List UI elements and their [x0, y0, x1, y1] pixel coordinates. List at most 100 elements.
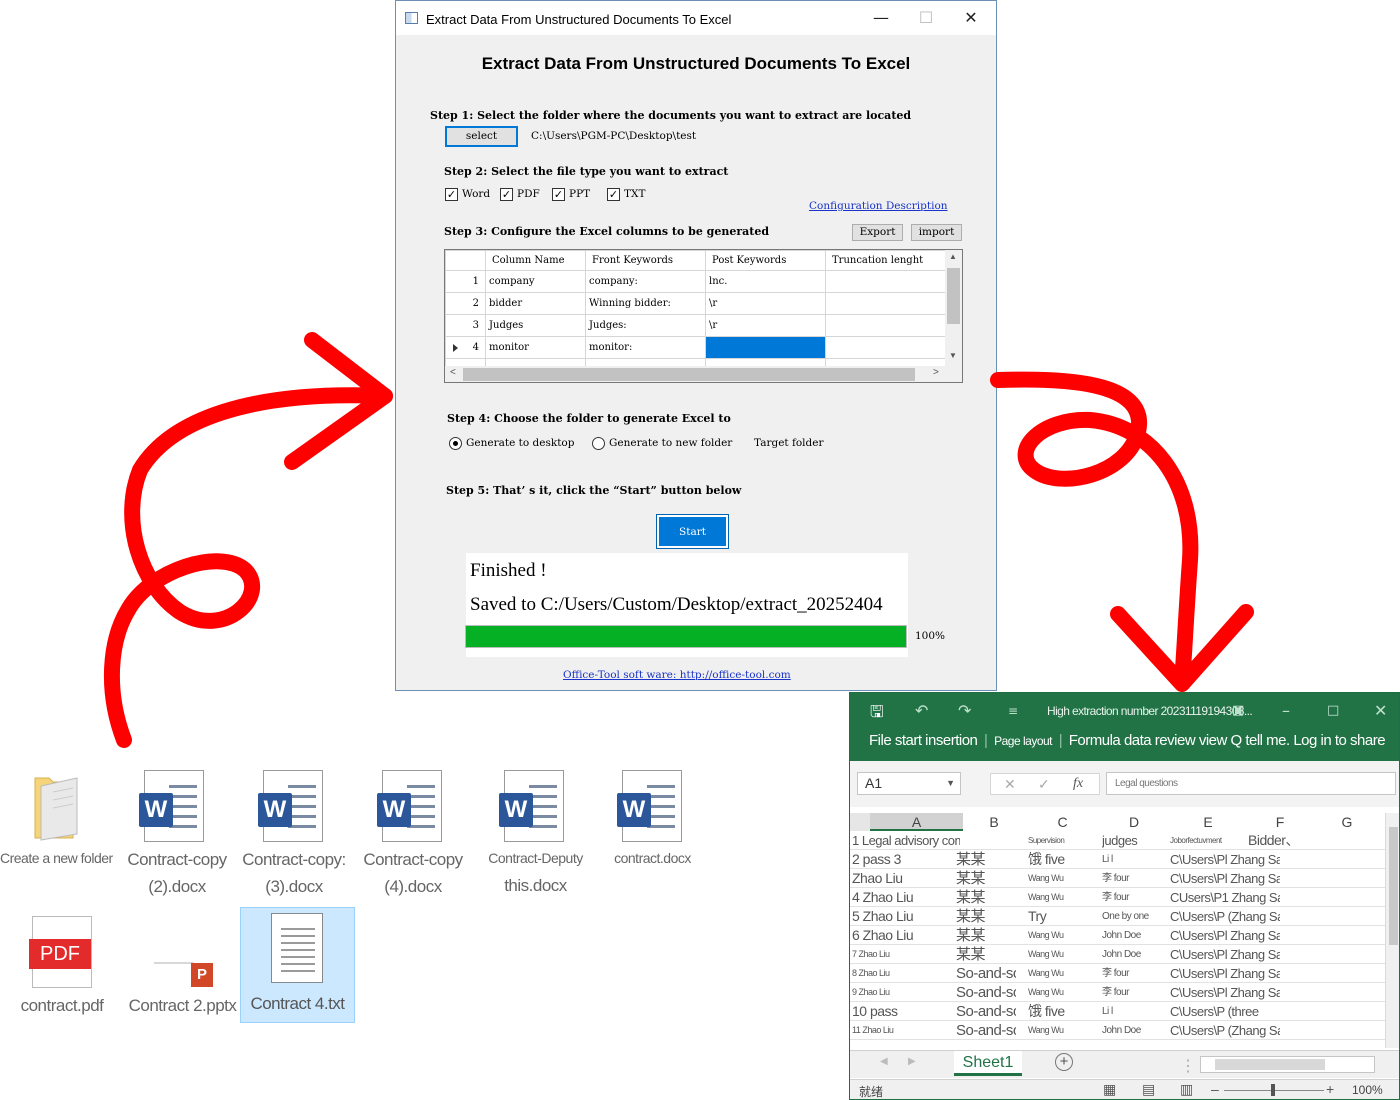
grid-cell[interactable]: Winning bidder: [585, 292, 706, 315]
spreadsheet-cell[interactable]: 5 Zhao Liu [852, 907, 960, 926]
grid-horizontal-scrollbar[interactable]: < > [445, 366, 962, 382]
configuration-description-link[interactable]: Configuration Description [809, 200, 948, 212]
close-button[interactable]: ✕ [949, 5, 993, 31]
spreadsheet-cell[interactable]: So-and-so [956, 1021, 1016, 1040]
scroll-left-icon[interactable]: < [450, 367, 456, 378]
spreadsheet-cell[interactable]: One by one [1102, 907, 1166, 926]
grid-cell[interactable]: company [485, 270, 586, 293]
menu-formula-review[interactable]: Formula data review view Q tell me. Log … [1069, 732, 1386, 749]
spreadsheet-row[interactable]: 4 Zhao Liu 某某 Wang Wu 李 four CUsers\P1 Zhang… [850, 888, 1399, 907]
file-item-contract-docx[interactable]: W contract.docx [600, 760, 705, 900]
cancel-icon[interactable]: ✕ [1004, 774, 1016, 794]
grid-cell[interactable] [825, 292, 946, 315]
spreadsheet-cell[interactable] [1248, 964, 1308, 983]
spreadsheet-cell[interactable]: Wang Wu [1028, 983, 1098, 1002]
office-tool-link[interactable]: Office-Tool soft ware: http://office-too… [563, 669, 791, 681]
spreadsheet-cell[interactable]: 9 Zhao Liu [852, 983, 960, 1002]
save-icon[interactable]: 🖫 [870, 701, 884, 728]
spreadsheet-cell[interactable]: So-and-so [956, 1002, 1016, 1021]
spreadsheet-cell[interactable]: Li l [1102, 1002, 1166, 1021]
file-item-contract-copy-2[interactable]: W Contract-copy (2).docx [122, 760, 232, 900]
spreadsheet-row[interactable]: Zhao Liu 某某 Wang Wu 李 four C\Users\Pl Zhang … [850, 869, 1399, 888]
spreadsheet-cell[interactable]: So-and-so [956, 964, 1016, 983]
spreadsheet-cell[interactable] [1248, 926, 1308, 945]
scroll-thumb[interactable] [463, 368, 915, 381]
spreadsheet-cell[interactable]: 李 four [1102, 983, 1166, 1002]
column-header-b[interactable]: B [963, 813, 1025, 831]
scroll-down-icon[interactable]: ▼ [949, 351, 957, 360]
minimize-icon[interactable]: – [1282, 701, 1290, 720]
file-item-contract-pdf[interactable]: PDF contract.pdf [12, 910, 112, 1030]
column-header-g[interactable]: G [1312, 813, 1382, 831]
spreadsheet-cell[interactable] [1248, 869, 1308, 888]
scroll-right-icon[interactable]: > [933, 367, 939, 378]
spreadsheet-cell[interactable]: 饿 five [1028, 850, 1098, 869]
column-header[interactable]: Column Name [485, 250, 586, 271]
menu-page-layout[interactable]: Page layout [994, 734, 1052, 748]
spreadsheet-grid[interactable]: A B C D E F G 1 Legal advisory company Su… [850, 813, 1399, 1047]
spreadsheet-row[interactable]: 5 Zhao Liu 某某 Try One by one C\Users\P (Zhan… [850, 907, 1399, 926]
grid-cell[interactable]: \r [705, 314, 826, 337]
column-header[interactable]: Post Keywords [705, 250, 826, 271]
grid-cell[interactable]: lnc. [705, 270, 826, 293]
column-header[interactable]: Front Keywords [585, 250, 706, 271]
horizontal-scrollbar[interactable] [1200, 1056, 1375, 1073]
grid-cell[interactable]: \r [705, 292, 826, 315]
radio-generate-new-folder[interactable] [592, 437, 605, 450]
spreadsheet-cell[interactable] [1248, 888, 1308, 907]
grid-vertical-scrollbar[interactable]: ▲ ▼ [945, 250, 962, 366]
spreadsheet-cell[interactable]: Wang Wu [1028, 926, 1098, 945]
grid-cell[interactable]: Judges: [585, 314, 706, 337]
column-header-f[interactable]: F [1248, 813, 1312, 831]
spreadsheet-cell[interactable]: John Doe [1102, 1021, 1166, 1040]
minimize-button[interactable]: — [859, 5, 903, 31]
spreadsheet-cell[interactable]: Zhao Liu [852, 869, 960, 888]
spreadsheet-cell[interactable]: 某某 [956, 926, 1016, 945]
spreadsheet-cell[interactable]: Wang Wu [1028, 888, 1098, 907]
start-button[interactable]: Start [656, 514, 729, 549]
file-item-contract-deputy[interactable]: W Contract-Deputy this.docx [478, 760, 593, 900]
target-folder-label[interactable]: Target folder [754, 437, 823, 449]
spreadsheet-cell[interactable] [1248, 983, 1308, 1002]
add-sheet-icon[interactable]: + [1055, 1053, 1073, 1071]
splitter-icon[interactable]: ⋮ [1180, 1056, 1196, 1076]
spreadsheet-cell[interactable]: 某某 [956, 869, 1016, 888]
spreadsheet-cell[interactable]: Wang Wu [1028, 869, 1098, 888]
enter-icon[interactable]: ✓ [1038, 774, 1050, 794]
spreadsheet-cell[interactable] [1248, 1021, 1308, 1040]
spreadsheet-cell[interactable]: 6 Zhao Liu [852, 926, 960, 945]
column-header[interactable]: Truncation lenght [825, 250, 946, 271]
tab-scroll-left-icon[interactable]: ◀ [880, 1056, 888, 1067]
spreadsheet-cell[interactable]: 2 pass 3 [852, 850, 960, 869]
spreadsheet-cell[interactable]: 1 Legal advisory company [852, 831, 960, 850]
spreadsheet-cell[interactable]: Wang Wu [1028, 1021, 1098, 1040]
spreadsheet-cell[interactable]: Supervision [1028, 831, 1098, 850]
spreadsheet-cell[interactable]: 李 four [1102, 869, 1166, 888]
spreadsheet-cell[interactable]: 4 Zhao Liu [852, 888, 960, 907]
spreadsheet-cell[interactable]: Wang Wu [1028, 964, 1098, 983]
grid-row[interactable]: 3 Judges Judges: \r [445, 314, 946, 337]
spreadsheet-cell[interactable]: Bidder、 [1248, 831, 1308, 850]
zoom-level[interactable]: 100% [1352, 1083, 1383, 1097]
spreadsheet-cell[interactable]: John Doe [1102, 945, 1166, 964]
spreadsheet-cell[interactable]: 饿 five [1028, 1002, 1098, 1021]
grid-row[interactable]: 1 company company: lnc. [445, 270, 946, 293]
close-icon[interactable]: ✕ [1374, 701, 1387, 720]
spreadsheet-cell[interactable]: 7 Zhao Liu [852, 945, 960, 964]
redo-icon[interactable]: ↷ [958, 701, 971, 720]
file-item-contract-pptx[interactable]: P Contract 2.pptx [125, 910, 240, 1030]
spreadsheet-cell[interactable]: 李 four [1102, 888, 1166, 907]
spreadsheet-cell[interactable]: So-and-so [956, 983, 1016, 1002]
spreadsheet-row[interactable]: 8 Zhao Liu So-and-so Wang Wu 李 four C\Users\… [850, 964, 1399, 983]
grid-cell[interactable]: monitor [485, 336, 586, 359]
spreadsheet-cell[interactable]: 某某 [956, 945, 1016, 964]
function-icon[interactable]: fx [1073, 774, 1083, 794]
spreadsheet-cell[interactable] [1248, 945, 1308, 964]
spreadsheet-row[interactable]: 1 Legal advisory company Supervisionjudge… [850, 831, 1399, 850]
column-header-e[interactable]: E [1168, 813, 1248, 831]
select-folder-button[interactable]: select [445, 126, 518, 147]
menu-file-start-insertion[interactable]: File start insertion [869, 732, 978, 749]
spreadsheet-cell[interactable]: Wang Wu [1028, 945, 1098, 964]
grid-cell[interactable] [825, 314, 946, 337]
customize-qat-icon[interactable]: ≡ [1008, 704, 1018, 718]
